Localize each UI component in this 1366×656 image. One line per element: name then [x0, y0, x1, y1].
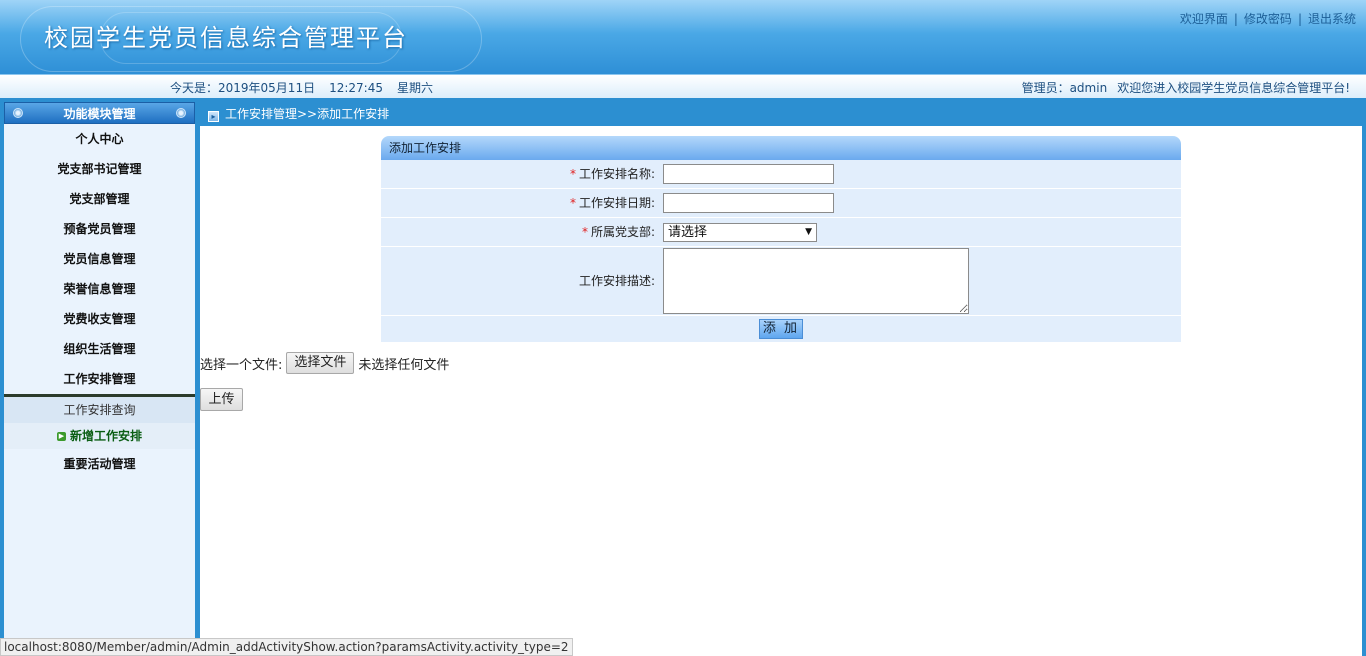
required-mark: * [581, 225, 588, 239]
welcome-text: 欢迎您进入校园学生党员信息综合管理平台! [1117, 81, 1350, 95]
top-links: 欢迎界面 | 修改密码 | 退出系统 [1180, 10, 1356, 27]
sidebar-item-activities[interactable]: 重要活动管理 [4, 449, 195, 479]
name-label: 工作安排名称: [578, 167, 655, 181]
branch-label: 所属党支部: [590, 225, 655, 239]
sidebar-item-work-arrangement[interactable]: 工作安排管理 [4, 364, 195, 394]
form-actions: 添 加 [381, 316, 1181, 342]
app-title: 校园学生党员信息综合管理平台 [44, 24, 408, 52]
app-header: 校园学生党员信息综合管理平台 欢迎界面 | 修改密码 | 退出系统 [0, 0, 1366, 74]
knob-icon [176, 108, 186, 118]
sidebar-item-honor[interactable]: 荣誉信息管理 [4, 274, 195, 304]
sidebar-item-dues[interactable]: 党费收支管理 [4, 304, 195, 334]
submenu-item-query[interactable]: 工作安排查询 [4, 397, 195, 423]
form-row-date: * 工作安排日期: [381, 189, 1181, 218]
branch-select-value: 请选择 [668, 224, 708, 240]
link-separator: | [1297, 12, 1302, 26]
required-mark: * [569, 167, 576, 181]
name-value-cell [663, 160, 1181, 188]
date-value-cell [663, 189, 1181, 217]
logout-link[interactable]: 退出系统 [1308, 12, 1356, 26]
main-content: ▸ 工作安排管理>>添加工作安排 添加工作安排 * 工作安排名称: * 工作安排日期… [200, 102, 1362, 656]
branch-select[interactable]: 请选择 ▼ [663, 222, 817, 242]
arrow-square-icon: ▸ [208, 111, 219, 122]
work-date-input[interactable] [663, 193, 834, 213]
date-display: 今天是：2019年05月11日 12:27:45 星期六 [170, 79, 447, 96]
knob-icon [13, 108, 23, 118]
sidebar-item-org-life[interactable]: 组织生活管理 [4, 334, 195, 364]
sidebar-header: 功能模块管理 [4, 102, 195, 124]
sidebar-item-branch[interactable]: 党支部管理 [4, 184, 195, 214]
desc-value-cell [663, 247, 1181, 315]
sidebar-item-personal-center[interactable]: 个人中心 [4, 124, 195, 154]
time-text: 12:27:45 [329, 81, 383, 95]
sidebar-item-member-info[interactable]: 党员信息管理 [4, 244, 195, 274]
add-work-form: 添加工作安排 * 工作安排名称: * 工作安排日期: * 所属党支部: 请选择 ▼ 工作… [381, 136, 1181, 342]
branch-label-cell: * 所属党支部: [381, 218, 663, 246]
branch-value-cell: 请选择 ▼ [663, 218, 1181, 246]
breadcrumb: 工作安排管理>>添加工作安排 [225, 107, 390, 121]
file-upload-row: 选择一个文件: 选择文件 未选择任何文件 [200, 352, 449, 374]
weekday-text: 星期六 [397, 81, 434, 95]
sidebar-title: 功能模块管理 [63, 107, 136, 121]
sidebar: 功能模块管理 个人中心 党支部书记管理 党支部管理 预备党员管理 党员信息管理 … [4, 102, 195, 656]
link-separator: | [1233, 12, 1238, 26]
work-name-input[interactable] [663, 164, 834, 184]
add-button[interactable]: 添 加 [759, 319, 803, 339]
file-prompt: 选择一个文件: [200, 357, 283, 373]
form-row-branch: * 所属党支部: 请选择 ▼ [381, 218, 1181, 247]
date-label-cell: * 工作安排日期: [381, 189, 663, 217]
admin-info: 管理员：admin 欢迎您进入校园学生党员信息综合管理平台! [1012, 79, 1350, 96]
desc-label: 工作安排描述: [578, 274, 655, 288]
required-mark: * [569, 196, 576, 210]
form-title: 添加工作安排 [381, 136, 1181, 160]
work-arrangement-submenu: 工作安排查询 ▶ 新增工作安排 [4, 394, 195, 449]
no-file-text: 未选择任何文件 [358, 357, 450, 373]
admin-label: 管理员：admin [1021, 81, 1108, 95]
sidebar-item-secretary[interactable]: 党支部书记管理 [4, 154, 195, 184]
change-password-link[interactable]: 修改密码 [1244, 12, 1292, 26]
caret-down-icon: ▼ [805, 226, 812, 237]
form-row-desc: 工作安排描述: [381, 247, 1181, 316]
info-bar: 今天是：2019年05月11日 12:27:45 星期六 管理员：admin 欢迎您进… [0, 74, 1366, 99]
form-row-name: * 工作安排名称: [381, 160, 1181, 189]
browser-status-url: localhost:8080/Member/admin/Admin_addAct… [0, 638, 573, 656]
desc-label-cell: 工作安排描述: [381, 247, 663, 315]
upload-button[interactable]: 上传 [200, 388, 243, 411]
submenu-item-add-label: 新增工作安排 [69, 429, 142, 443]
work-description-textarea[interactable] [663, 248, 969, 314]
date-label: 工作安排日期: [578, 196, 655, 210]
welcome-link[interactable]: 欢迎界面 [1180, 12, 1228, 26]
green-arrow-icon: ▶ [56, 432, 66, 441]
choose-file-button[interactable]: 选择文件 [286, 352, 355, 374]
date-text: 今天是：2019年05月11日 [170, 81, 316, 95]
submenu-item-add[interactable]: ▶ 新增工作安排 [4, 423, 195, 449]
name-label-cell: * 工作安排名称: [381, 160, 663, 188]
sidebar-item-probationary[interactable]: 预备党员管理 [4, 214, 195, 244]
breadcrumb-bar: ▸ 工作安排管理>>添加工作安排 [200, 102, 1362, 126]
